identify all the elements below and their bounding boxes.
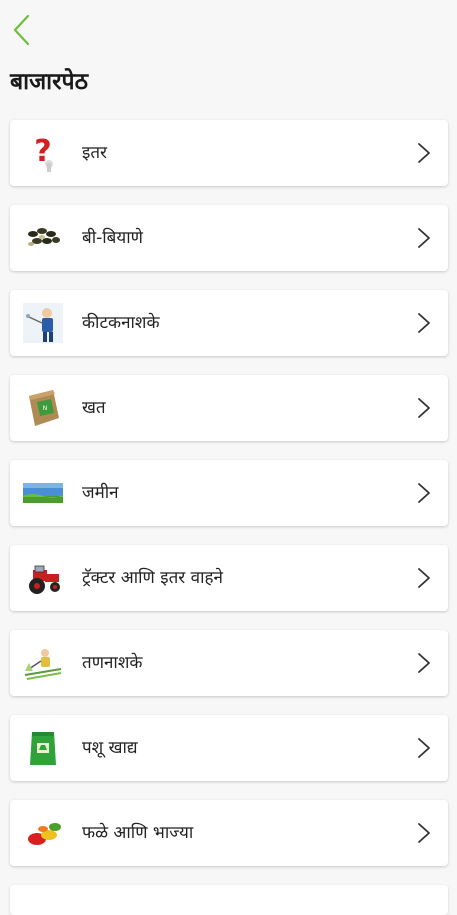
seeds-icon <box>23 218 63 258</box>
chevron-right-icon <box>418 738 430 758</box>
category-item-herbicides[interactable]: तणनाशके <box>10 630 448 696</box>
fruits-vegetables-icon <box>23 813 63 853</box>
land-icon <box>23 473 63 513</box>
category-label: ट्रॅक्टर आणि इतर वाहने <box>82 568 223 588</box>
page-title: बाजारपेठ <box>10 69 88 95</box>
category-item-fruits-vegetables[interactable]: फळे आणि भाज्या <box>10 800 448 866</box>
category-label: कीटकनाशके <box>82 313 160 333</box>
category-item-animal-feed[interactable]: पशू खाद्य <box>10 715 448 781</box>
category-label: फळे आणि भाज्या <box>82 823 194 843</box>
category-item-tractor[interactable]: ट्रॅक्टर आणि इतर वाहने <box>10 545 448 611</box>
category-label: जमीन <box>82 483 119 503</box>
category-label: बी-बियाणे <box>82 228 143 248</box>
animal-feed-icon <box>23 728 63 768</box>
chevron-right-icon <box>418 823 430 843</box>
chevron-right-icon <box>418 143 430 163</box>
category-item-pesticides[interactable]: कीटकनाशके <box>10 290 448 356</box>
chevron-right-icon <box>418 228 430 248</box>
category-item-other[interactable]: ? इतर <box>10 120 448 186</box>
category-label: इतर <box>82 143 107 163</box>
chevron-right-icon <box>418 568 430 588</box>
question-mark-icon: ? <box>23 133 63 173</box>
chevron-right-icon <box>418 398 430 418</box>
chevron-left-icon <box>13 14 30 46</box>
fertilizer-bag-icon: N <box>23 388 63 428</box>
tractor-icon <box>23 558 63 598</box>
category-list: ? इतर बी-बियाणे कीटकनाशके N खत जमीन ट्रॅ… <box>10 120 448 885</box>
category-item-fertilizer[interactable]: N खत <box>10 375 448 441</box>
category-label: पशू खाद्य <box>82 738 138 758</box>
category-item-land[interactable]: जमीन <box>10 460 448 526</box>
back-button[interactable] <box>4 10 40 50</box>
chevron-right-icon <box>418 653 430 673</box>
category-label: खत <box>82 398 106 418</box>
category-item-partial[interactable] <box>10 885 448 915</box>
svg-text:N: N <box>43 405 48 412</box>
herbicide-icon <box>23 643 63 683</box>
top-bar <box>0 0 457 60</box>
category-item-seeds[interactable]: बी-बियाणे <box>10 205 448 271</box>
pesticide-sprayer-icon <box>23 303 63 343</box>
chevron-right-icon <box>418 483 430 503</box>
chevron-right-icon <box>418 313 430 333</box>
category-label: तणनाशके <box>82 653 143 673</box>
